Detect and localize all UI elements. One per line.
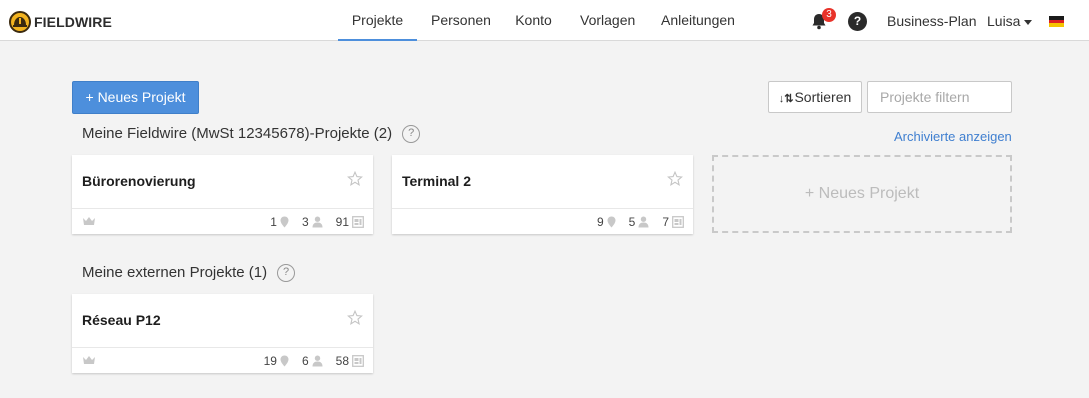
fieldwire-logo[interactable]: FIELDWIRE: [9, 11, 112, 33]
sheets-count: 91: [335, 215, 349, 229]
location-pin-icon: [607, 216, 616, 228]
question-icon[interactable]: ?: [277, 264, 296, 283]
sheets-count: 58: [335, 354, 349, 368]
location-pin-icon: [280, 216, 289, 228]
star-icon[interactable]: [347, 171, 363, 187]
flag-stripe: [1049, 23, 1064, 27]
tab-anleitungen[interactable]: Anleitungen: [661, 0, 735, 41]
locations-count: 1: [270, 215, 277, 229]
project-name: Réseau P12: [82, 312, 161, 328]
people-stat: 3: [302, 208, 323, 236]
location-pin-icon: [280, 355, 289, 367]
project-name: Terminal 2: [402, 173, 471, 189]
sheets-stat: 58: [336, 347, 364, 375]
project-card[interactable]: Terminal 2 9 5 7: [392, 155, 693, 234]
user-name: Luisa: [987, 13, 1021, 29]
crown-icon: [83, 356, 95, 364]
people-count: 5: [628, 215, 636, 229]
people-count: 6: [301, 354, 309, 368]
project-stats: 19 6 58: [251, 348, 364, 374]
sheet-icon: [352, 355, 364, 367]
sort-label: Sortieren: [794, 89, 852, 105]
new-project-placeholder-card[interactable]: + Neues Projekt: [712, 155, 1012, 233]
people-stat: 6: [302, 347, 323, 375]
tab-personen[interactable]: Personen: [431, 0, 491, 41]
person-icon: [312, 355, 323, 367]
star-icon[interactable]: [667, 171, 683, 187]
locations-count: 19: [263, 354, 277, 368]
person-icon: [312, 216, 323, 228]
sheet-icon: [672, 216, 684, 228]
tab-vorlagen[interactable]: Vorlagen: [580, 0, 635, 41]
top-navbar: FIELDWIRE Projekte Personen Konto Vorlag…: [0, 0, 1089, 41]
star-icon[interactable]: [347, 310, 363, 326]
sort-icon: ↓⇅: [778, 93, 794, 105]
locations-stat: 1: [270, 208, 289, 236]
person-icon: [638, 216, 649, 228]
tab-konto[interactable]: Konto: [515, 0, 552, 41]
flag-de-icon[interactable]: [1049, 16, 1064, 27]
sheets-stat: 7: [662, 208, 684, 236]
question-icon[interactable]: ?: [402, 125, 421, 144]
card-footer: 9 5 7: [392, 208, 693, 234]
project-card[interactable]: Réseau P12 19 6 58: [72, 294, 373, 373]
locations-stat: 19: [264, 347, 289, 375]
crown-icon: [83, 217, 95, 225]
locations-count: 9: [596, 215, 604, 229]
project-stats: 1 3 91: [257, 209, 364, 235]
new-project-button[interactable]: + Neues Projekt: [72, 81, 199, 114]
locations-stat: 9: [597, 208, 616, 236]
sheets-stat: 91: [336, 208, 364, 236]
card-footer: 19 6 58: [72, 347, 373, 373]
tab-projekte[interactable]: Projekte: [338, 0, 417, 41]
helmet-logo-icon: [9, 11, 31, 33]
show-archived-link[interactable]: Archivierte anzeigen: [894, 129, 1012, 144]
card-footer: 1 3 91: [72, 208, 373, 234]
section-title-own-projects: Meine Fieldwire (MwSt 12345678)-Projekte…: [82, 124, 421, 144]
caret-down-icon: [1024, 19, 1033, 25]
project-card[interactable]: Bürorenovierung 1 3 91: [72, 155, 373, 234]
project-name: Bürorenovierung: [82, 173, 196, 189]
people-count: 3: [301, 215, 309, 229]
sheets-count: 7: [662, 215, 669, 229]
project-filter-input[interactable]: Projekte filtern: [867, 81, 1012, 113]
people-stat: 5: [629, 208, 650, 236]
sort-button[interactable]: ↓⇅Sortieren: [768, 81, 862, 113]
user-menu[interactable]: Luisa: [987, 0, 1033, 43]
help-icon[interactable]: ?: [848, 12, 867, 31]
project-stats: 9 5 7: [584, 209, 684, 235]
business-plan-link[interactable]: Business-Plan: [887, 0, 977, 43]
brand-name: FIELDWIRE: [34, 14, 112, 30]
section-title-external-projects: Meine externen Projekte (1)?: [82, 263, 296, 283]
section-title-text: Meine Fieldwire (MwSt 12345678)-Projekte…: [82, 125, 393, 142]
section-title-text: Meine externen Projekte (1): [82, 264, 268, 281]
notification-count-badge: 3: [822, 8, 836, 22]
sheet-icon: [352, 216, 364, 228]
